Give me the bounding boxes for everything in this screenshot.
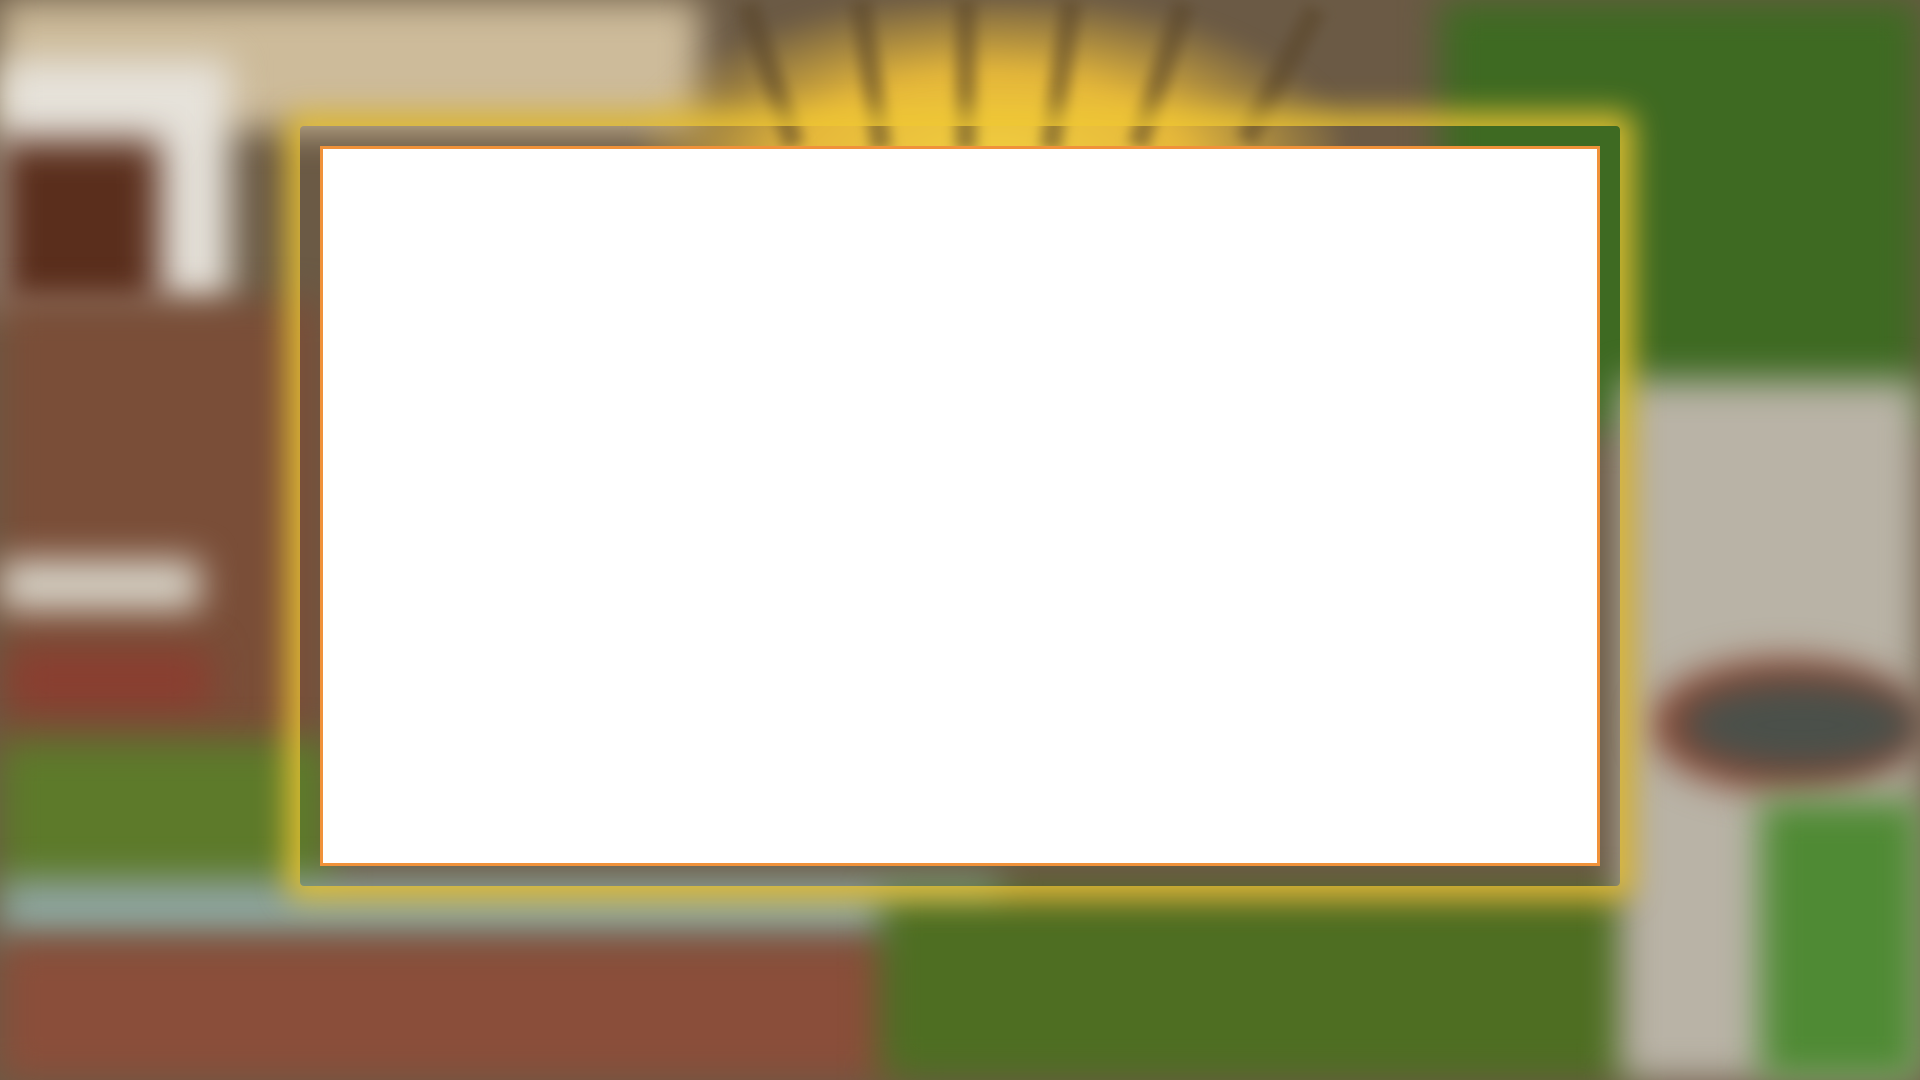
fountain-water: [1680, 680, 1920, 770]
wood-floor: [0, 940, 900, 1080]
bush-bottom: [880, 890, 1640, 1080]
planter: [10, 650, 210, 710]
lawn-right: [1760, 800, 1920, 1080]
blank-dialog-panel: [320, 146, 1600, 866]
building-door: [0, 140, 160, 310]
pool-edge: [0, 880, 1000, 940]
lounge-chair: [0, 560, 200, 610]
hedge-left: [0, 740, 330, 900]
